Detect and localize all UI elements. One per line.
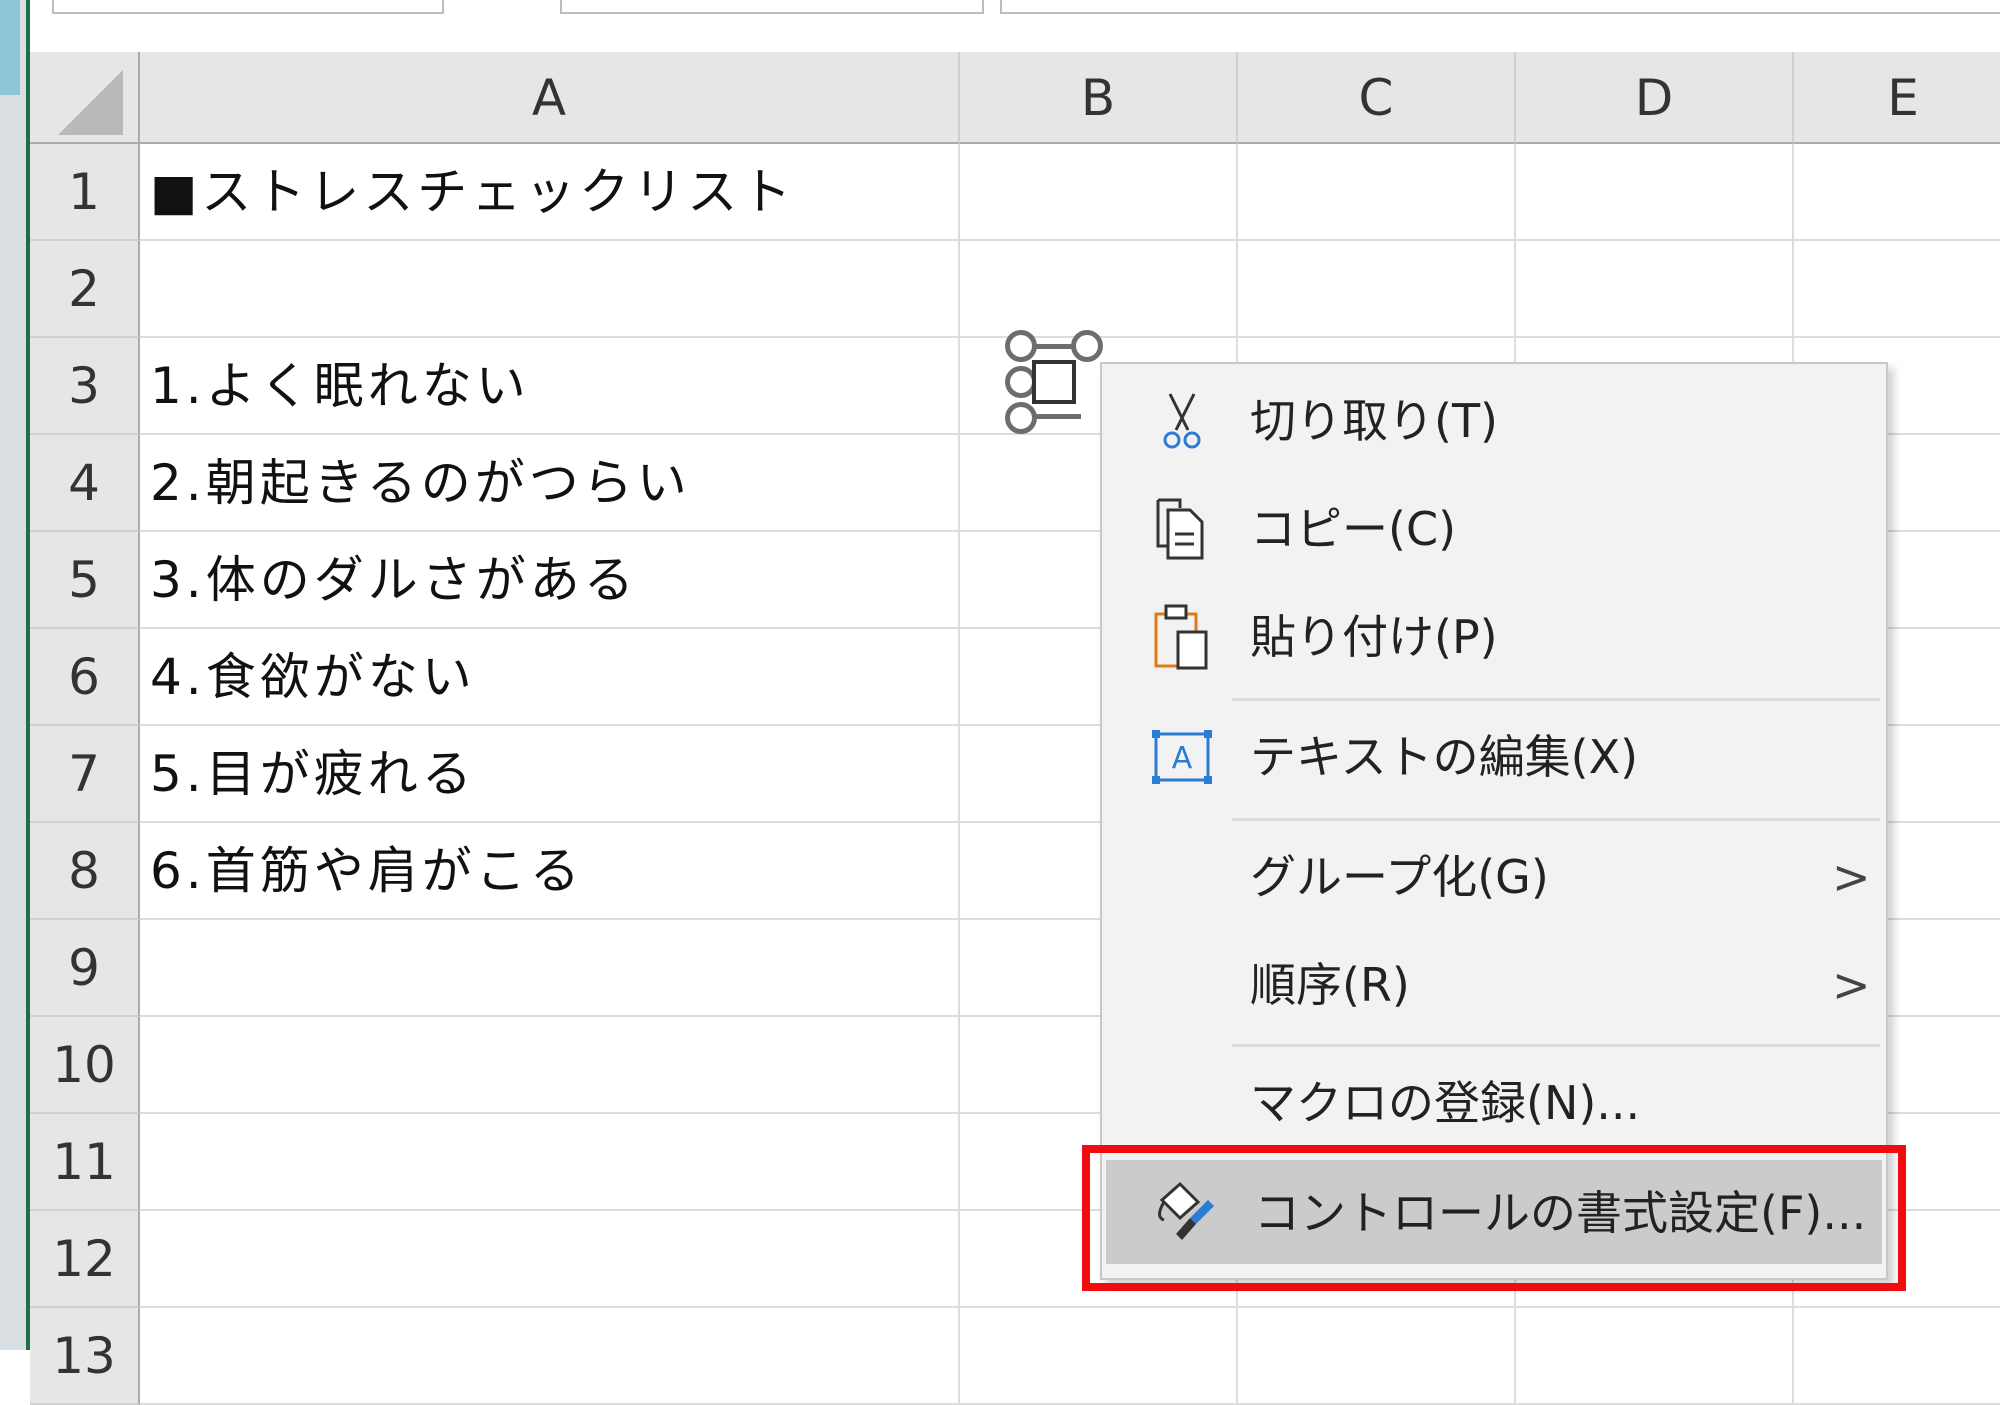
cell-b1[interactable]: [960, 144, 1238, 241]
scissors-icon: [1163, 393, 1201, 449]
row-header-8[interactable]: 8: [30, 823, 140, 920]
row-header-5[interactable]: 5: [30, 532, 140, 629]
resize-handle-bottom-left[interactable]: [1005, 402, 1037, 434]
menu-item-assign-macro[interactable]: マクロの登録(N)...: [1102, 1050, 1886, 1156]
cell-a4[interactable]: 2.朝起きるのがつらい: [140, 435, 960, 532]
window-left-accent: [0, 0, 20, 95]
row-header-7[interactable]: 7: [30, 726, 140, 823]
name-box[interactable]: [52, 0, 444, 14]
column-header-e[interactable]: E: [1794, 52, 2000, 144]
submenu-arrow-icon: >: [1832, 958, 1871, 1012]
menu-label-assign-macro: マクロの登録(N)...: [1250, 1076, 1641, 1130]
cell-c2[interactable]: [1238, 241, 1516, 338]
annotation-highlight-box: [1082, 1145, 1906, 1291]
context-menu: 切り取り(T) コピー(C) 貼り付け(P) A テキストの編集(X) グループ…: [1100, 362, 1888, 1280]
column-header-b[interactable]: B: [960, 52, 1238, 144]
cell-c1[interactable]: [1238, 144, 1516, 241]
row-header-13[interactable]: 13: [30, 1308, 140, 1405]
column-header-c[interactable]: C: [1238, 52, 1516, 144]
menu-label-order: 順序(R): [1250, 958, 1410, 1012]
cell-a5[interactable]: 3.体のダルさがある: [140, 532, 960, 629]
row-header-6[interactable]: 6: [30, 629, 140, 726]
submenu-arrow-icon: >: [1832, 850, 1871, 904]
row-header-9[interactable]: 9: [30, 920, 140, 1017]
menu-item-cut[interactable]: 切り取り(T): [1102, 368, 1886, 474]
menu-separator: [1232, 698, 1880, 701]
copy-icon: [1156, 498, 1204, 560]
menu-item-copy[interactable]: コピー(C): [1102, 476, 1886, 582]
menu-label-paste: 貼り付け(P): [1250, 610, 1498, 664]
cell-a10[interactable]: [140, 1017, 960, 1114]
svg-text:A: A: [1172, 741, 1193, 776]
select-all-triangle-icon: [58, 70, 123, 135]
row-header-10[interactable]: 10: [30, 1017, 140, 1114]
select-all-corner[interactable]: [30, 52, 140, 144]
column-header-a[interactable]: A: [140, 52, 960, 144]
cell-e2[interactable]: [1794, 241, 2000, 338]
cell-d13[interactable]: [1516, 1308, 1794, 1405]
row-header-11[interactable]: 11: [30, 1114, 140, 1211]
cell-a12[interactable]: [140, 1211, 960, 1308]
resize-handle-top-left[interactable]: [1005, 330, 1037, 362]
menu-item-paste[interactable]: 貼り付け(P): [1102, 584, 1886, 690]
cell-c13[interactable]: [1238, 1308, 1516, 1405]
cell-a13[interactable]: [140, 1308, 960, 1405]
checkbox-control[interactable]: [1005, 330, 1103, 434]
cell-a3[interactable]: 1.よく眠れない: [140, 338, 960, 435]
cell-a11[interactable]: [140, 1114, 960, 1211]
menu-item-edit-text[interactable]: A テキストの編集(X): [1102, 704, 1886, 810]
row-header-12[interactable]: 12: [30, 1211, 140, 1308]
row-header-1[interactable]: 1: [30, 144, 140, 241]
cell-e13[interactable]: [1794, 1308, 2000, 1405]
cell-b13[interactable]: [960, 1308, 1238, 1405]
menu-label-cut: 切り取り(T): [1250, 394, 1498, 448]
window-left-edge: [0, 0, 26, 1350]
cell-a8[interactable]: 6.首筋や肩がこる: [140, 823, 960, 920]
menu-label-edit-text: テキストの編集(X): [1250, 730, 1639, 784]
formula-bar-buttons[interactable]: [560, 0, 984, 14]
checkbox-square[interactable]: [1032, 360, 1076, 404]
cell-d1[interactable]: [1516, 144, 1794, 241]
row-header-4[interactable]: 4: [30, 435, 140, 532]
formula-bar-input[interactable]: [1000, 0, 2000, 14]
cell-a9[interactable]: [140, 920, 960, 1017]
cell-b2[interactable]: [960, 241, 1238, 338]
cell-a6[interactable]: 4.食欲がない: [140, 629, 960, 726]
cell-a1[interactable]: ■ストレスチェックリスト: [140, 144, 960, 241]
paste-icon: [1154, 604, 1208, 670]
cell-e1[interactable]: [1794, 144, 2000, 241]
menu-separator: [1232, 818, 1880, 821]
row-header-3[interactable]: 3: [30, 338, 140, 435]
column-header-d[interactable]: D: [1516, 52, 1794, 144]
cell-d2[interactable]: [1516, 241, 1794, 338]
edit-text-icon: A: [1152, 730, 1212, 784]
menu-separator: [1232, 1044, 1880, 1047]
menu-item-order[interactable]: 順序(R) >: [1102, 932, 1886, 1038]
menu-label-copy: コピー(C): [1250, 502, 1457, 556]
row-header-2[interactable]: 2: [30, 241, 140, 338]
cell-a7[interactable]: 5.目が疲れる: [140, 726, 960, 823]
menu-label-group: グループ化(G): [1250, 850, 1549, 904]
cell-a2[interactable]: [140, 241, 960, 338]
resize-handle-top-right[interactable]: [1071, 330, 1103, 362]
menu-item-group[interactable]: グループ化(G) >: [1102, 824, 1886, 930]
